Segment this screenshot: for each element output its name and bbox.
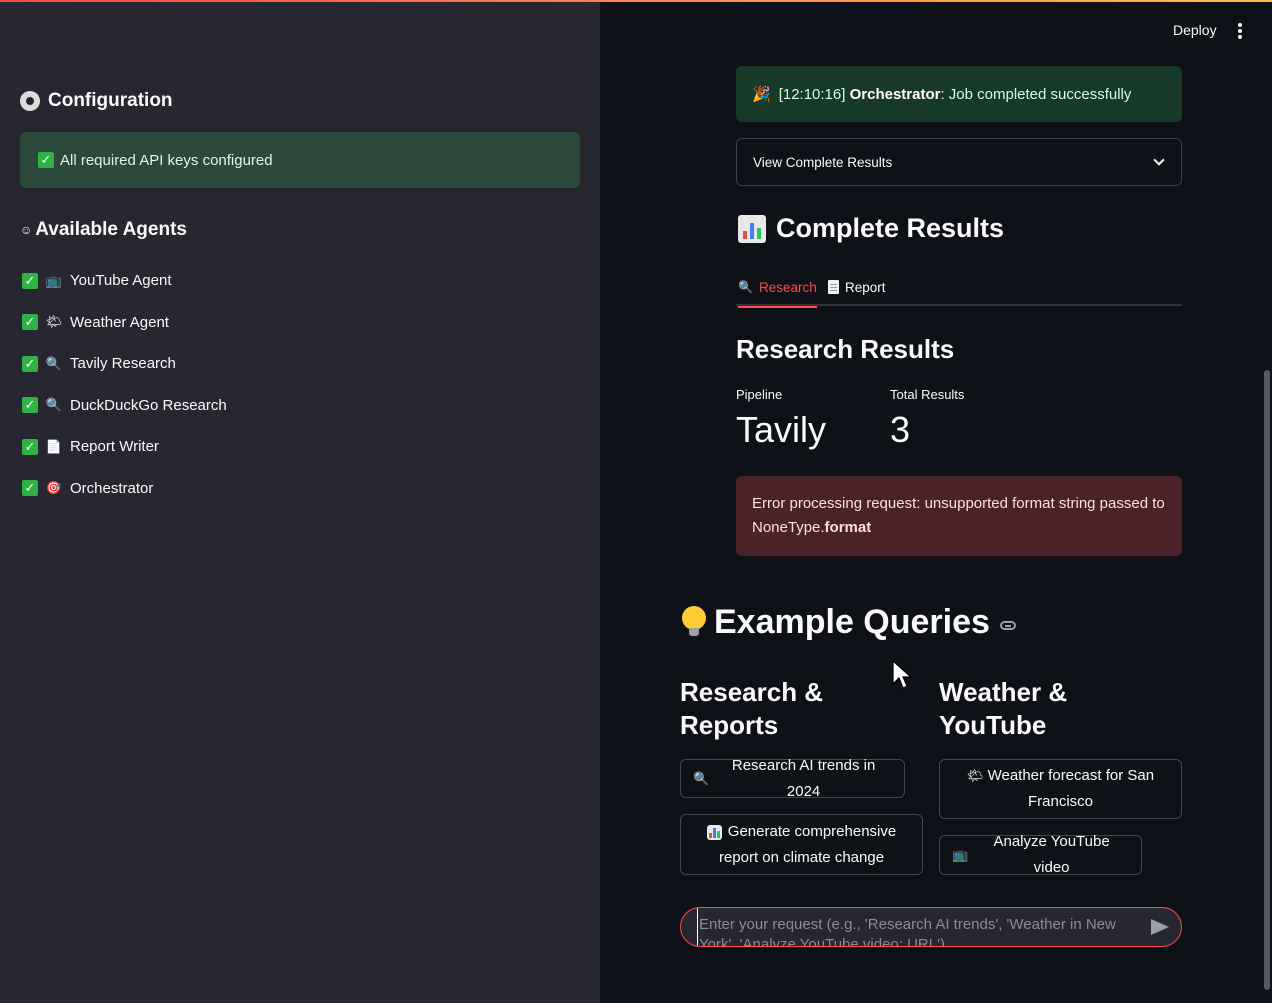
button-label: Generate comprehensive report on climate… [695,819,908,871]
checkmark-icon: ✓ [22,438,38,455]
send-icon[interactable] [1151,919,1169,935]
agent-label: Orchestrator [70,479,154,497]
config-heading-label: Configuration [48,90,173,111]
checkmark-icon: ✓ [22,397,38,414]
job-status-time: [12:10:16] [778,85,846,103]
tv-icon: 📺 [45,272,63,288]
example-queries-heading: Example Queries [682,603,1016,642]
results-tabs: 🔍 Research Report [736,268,1182,308]
bar-chart-icon [738,214,766,243]
example-queries-heading-label: Example Queries [714,603,990,641]
magnifier-icon: 🔍 [45,397,63,413]
robot-icon: ☺ [20,223,33,237]
agent-label: YouTube Agent [70,272,172,290]
tab-research[interactable]: 🔍 Research [738,268,817,308]
sun-cloud-icon: 🌤 [966,768,984,783]
api-keys-status-text: All required API keys configured [60,151,273,169]
button-label: Analyze YouTube video [993,833,1110,876]
complete-results-heading-label: Complete Results [776,213,1005,243]
chevron-down-icon [1153,154,1165,166]
agent-label: Weather Agent [70,313,169,331]
weather-youtube-heading: Weather & YouTube [939,677,1068,740]
error-bold-text: format [824,519,872,536]
button-label-text: Generate comprehensive report on climate… [718,822,897,866]
example-weather-sf-button[interactable]: 🌤 Weather forecast for San Francisco [939,759,1182,819]
agent-item-tavily: ✓ 🔍 Tavily Research [22,343,227,385]
agent-item-orchestrator: ✓ 🎯 Orchestrator [22,468,227,510]
mouse-cursor-icon [892,660,912,689]
checkmark-icon: ✓ [22,355,38,372]
checkmark-icon: ✓ [22,272,38,289]
checkmark-icon: ✓ [22,314,38,331]
job-status-alert: 🎉 [12:10:16] Orchestrator: Job completed… [736,66,1182,122]
agents-heading-label: Available Agents [35,219,187,240]
job-status-source: Orchestrator [849,85,941,103]
kebab-menu-icon[interactable] [1232,20,1248,42]
job-status-message: : Job completed successfully [940,85,1132,103]
metric-total-value: 3 [890,409,911,450]
example-youtube-button[interactable]: 📺 Analyze YouTube video [939,833,1142,876]
agent-item-youtube: ✓ 📺 YouTube Agent [22,260,227,302]
document-icon: 📄 [45,438,63,454]
top-decoration-bar [0,0,1272,2]
metric-pipeline-value: Tavily [736,409,827,450]
metric-total-label: Total Results [890,387,965,402]
agent-label: Tavily Research [70,355,176,373]
agent-label: Report Writer [70,438,159,456]
tv-icon: 📺 [952,847,969,862]
api-keys-status: ✓ All required API keys configured [20,132,580,188]
chat-input-placeholder: Enter your request (e.g., 'Research AI t… [697,908,1127,946]
example-research-ai-button[interactable]: 🔍 Research AI trends in 2024 [680,757,905,800]
main-scrollbar[interactable] [1264,370,1270,990]
tab-label: Research [758,279,817,295]
button-label: 🌤 Weather forecast for San Francisco [956,763,1165,815]
complete-results-heading: Complete Results [738,213,1004,244]
tab-report[interactable]: Report [828,268,886,306]
bar-chart-icon [706,824,722,840]
metric-pipeline-label: Pipeline [736,387,783,402]
config-heading: Configuration [20,90,173,112]
view-complete-results-expander[interactable]: View Complete Results [736,138,1182,186]
example-climate-report-button[interactable]: Generate comprehensive report on climate… [680,814,923,875]
agent-label: DuckDuckGo Research [70,396,227,414]
agent-item-duckduckgo: ✓ 🔍 DuckDuckGo Research [22,385,227,427]
agent-item-weather: ✓ 🌤 Weather Agent [22,302,227,344]
research-results-heading: Research Results [736,334,955,364]
sidebar: Configuration ✓ All required API keys co… [0,0,600,1003]
lightbulb-icon [682,605,706,640]
agents-heading: ☺ Available Agents [20,219,187,241]
magnifier-icon: 🔍 [738,280,753,294]
magnifier-icon: 🔍 [45,355,63,371]
sun-cloud-icon: 🌤 [45,314,63,330]
deploy-button[interactable]: Deploy [1165,18,1225,42]
gear-icon [20,91,40,111]
button-label: Research AI trends in 2024 [731,756,876,800]
chat-input[interactable]: Enter your request (e.g., 'Research AI t… [680,907,1182,947]
document-icon [828,280,839,294]
agent-item-report-writer: ✓ 📄 Report Writer [22,426,227,468]
anchor-link-icon[interactable] [999,621,1016,630]
expander-label: View Complete Results [753,154,893,170]
error-text: Error processing request: unsupported fo… [752,495,1165,536]
magnifier-icon: 🔍 [693,770,710,786]
checkmark-icon: ✓ [38,152,54,168]
job-status-text: [12:10:16] Orchestrator: Job completed s… [779,86,1132,103]
error-alert: Error processing request: unsupported fo… [736,476,1182,556]
checkmark-icon: ✓ [22,480,38,497]
party-popper-icon: 🎉 [752,86,771,103]
tab-label: Report [845,279,886,295]
target-icon: 🎯 [45,480,63,496]
research-reports-heading: Research & Reports [680,677,824,740]
button-label-text: Weather forecast for San Francisco [987,767,1155,810]
agent-list: ✓ 📺 YouTube Agent ✓ 🌤 Weather Agent ✓ 🔍 … [22,260,227,509]
